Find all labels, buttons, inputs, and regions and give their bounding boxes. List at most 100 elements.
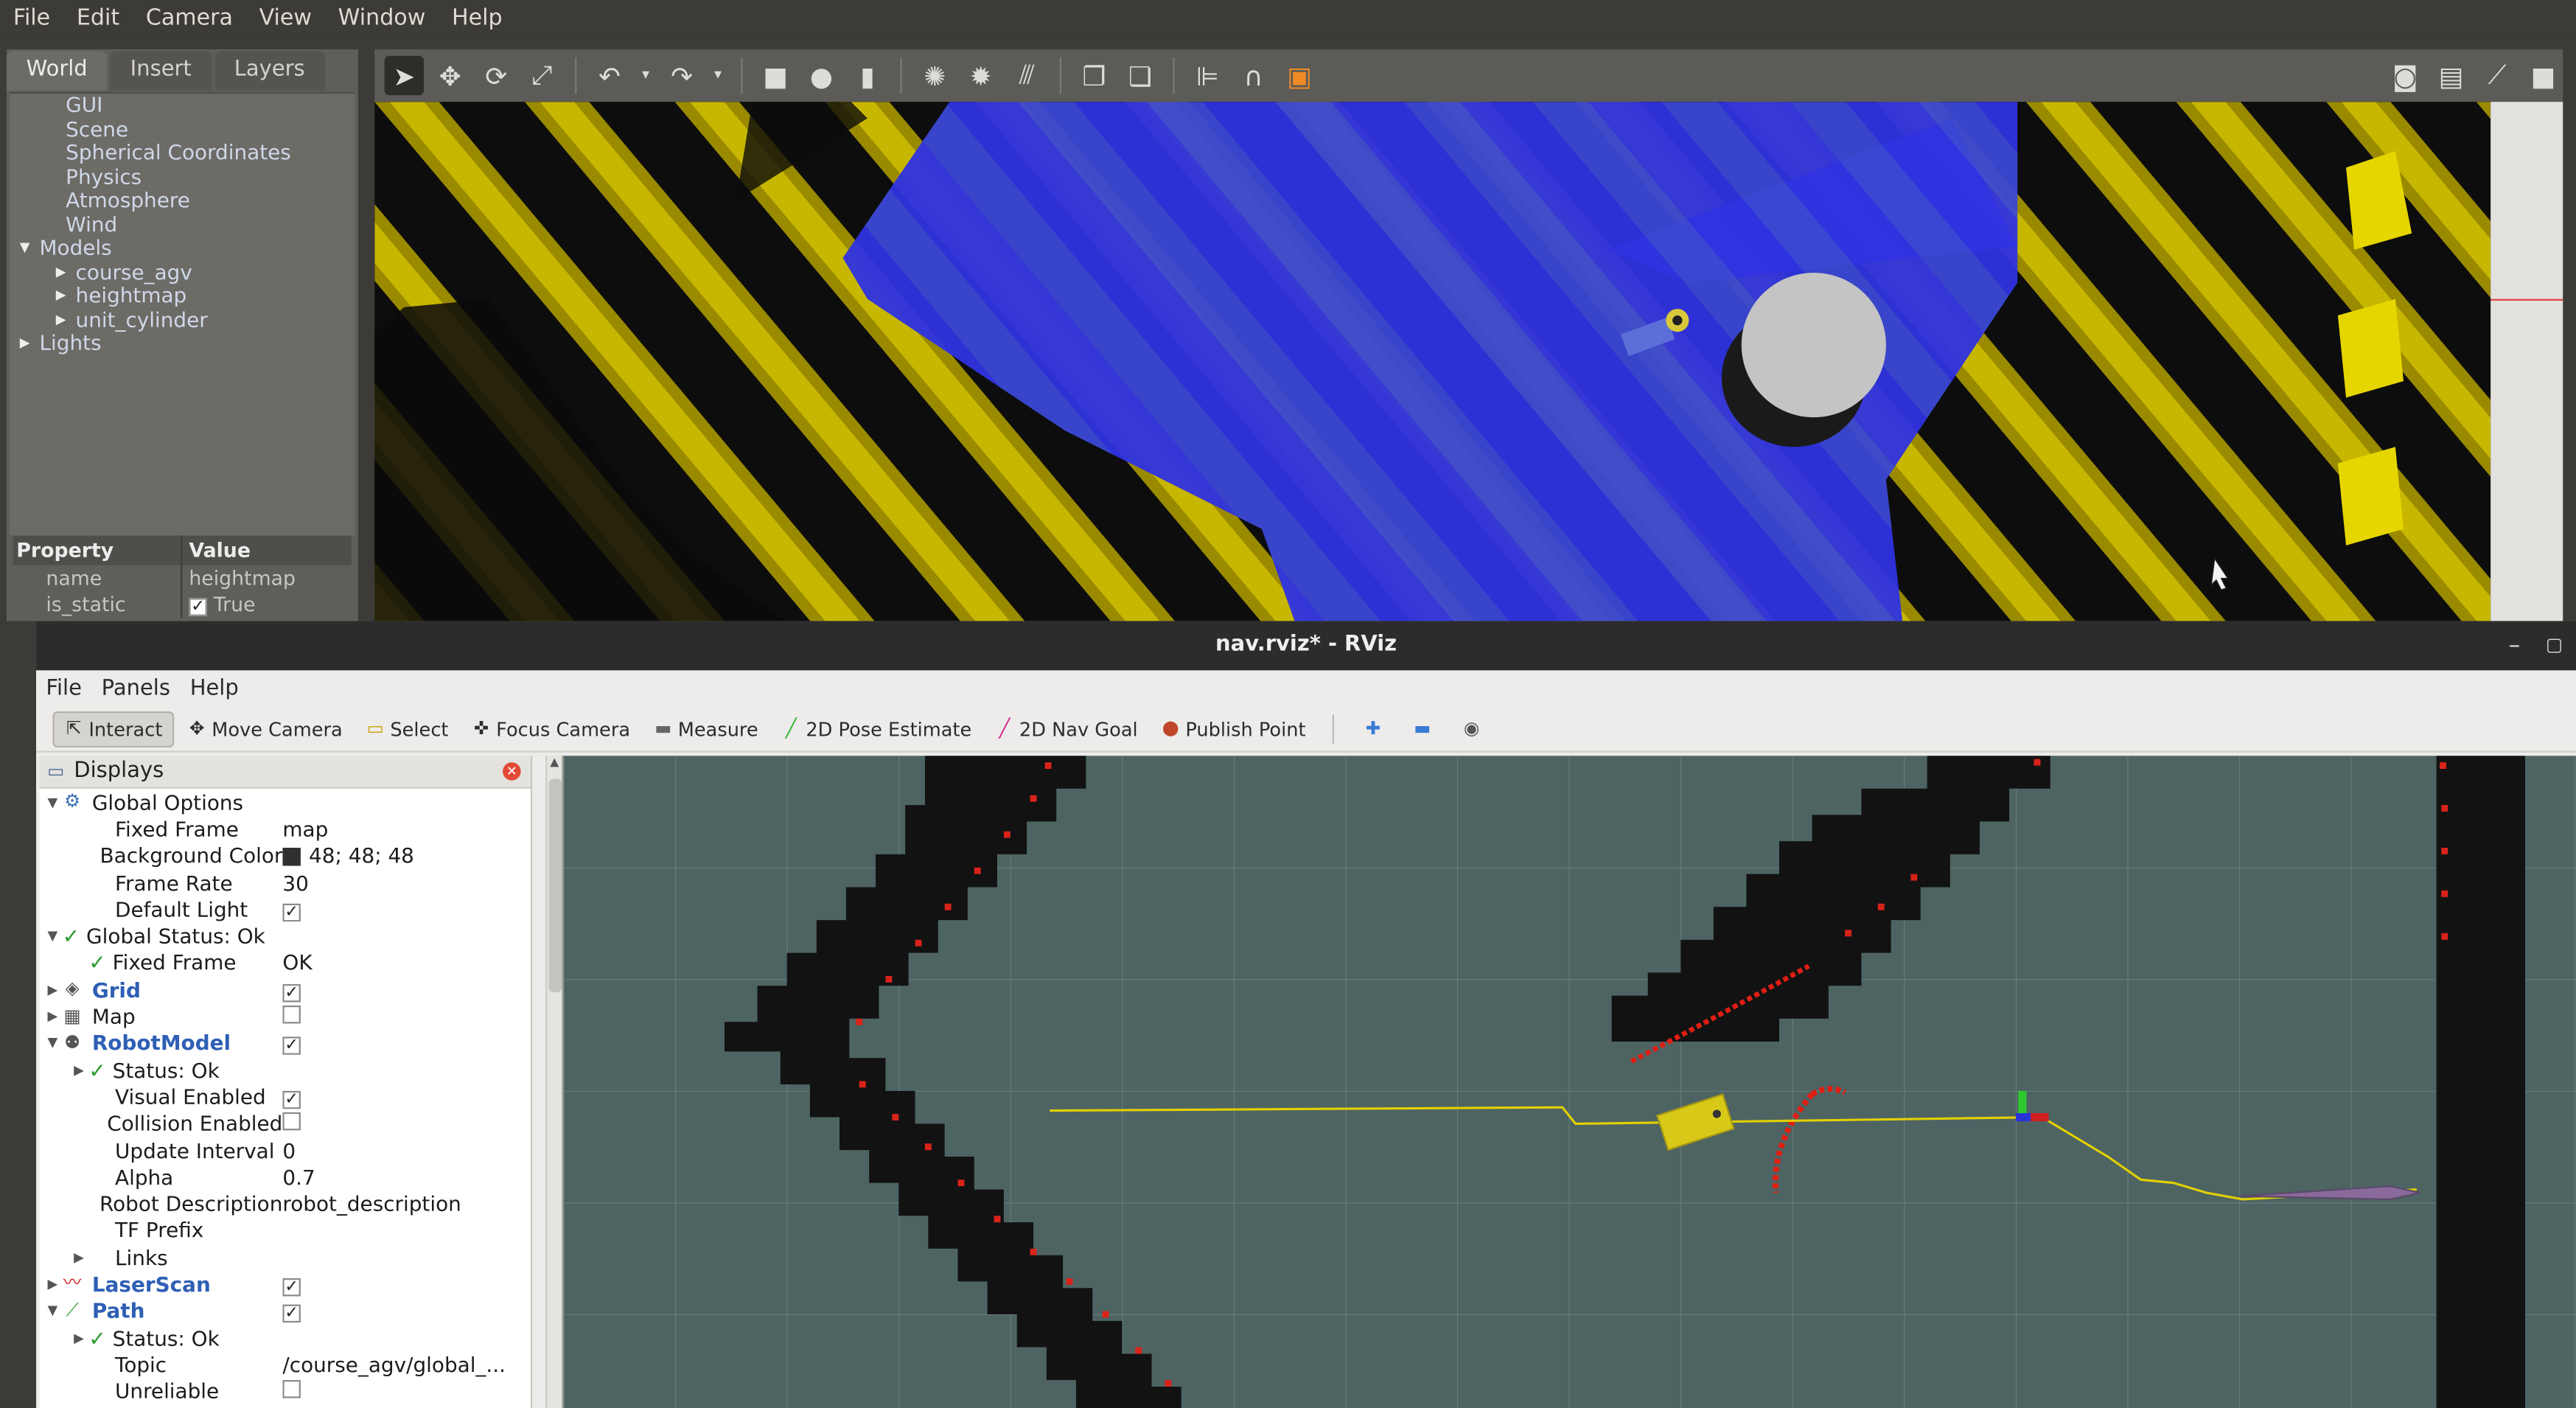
align-icon[interactable]: ⊫ (1188, 56, 1227, 95)
scroll-thumb[interactable] (548, 778, 562, 993)
display-value[interactable]: 30 (282, 870, 531, 894)
menu-view[interactable]: View (246, 5, 325, 32)
close-icon[interactable]: ✕ (503, 762, 521, 781)
tool-settings-icon[interactable]: ◉ (1462, 718, 1481, 739)
menu-help[interactable]: Help (180, 676, 248, 700)
redo-icon[interactable]: ↷ (662, 56, 701, 95)
tree-item[interactable]: ▶ Lights (10, 331, 355, 355)
tree-item[interactable]: ▶ course_agv (10, 259, 355, 284)
menu-window[interactable]: Window (325, 5, 439, 32)
paste-icon[interactable]: ❏ (1120, 56, 1159, 95)
checkbox[interactable] (282, 1380, 301, 1399)
scroll-up-icon[interactable]: ▲ (547, 756, 562, 769)
add-tool-icon[interactable]: ✚ (1364, 718, 1383, 739)
directional-light-icon[interactable]: ⫻ (1007, 56, 1046, 95)
checkbox[interactable]: ✓ (282, 983, 301, 1002)
display-value[interactable]: 48; 48; 48 (282, 843, 531, 868)
expand-arrow-icon[interactable]: ▼ (43, 1036, 63, 1050)
box-icon[interactable]: ■ (755, 56, 795, 95)
expand-arrow-icon[interactable]: ▼ (43, 928, 63, 943)
display-value[interactable]: ✓ (282, 1298, 531, 1323)
tab-layers[interactable]: Layers (214, 51, 325, 91)
color-swatch[interactable] (282, 848, 301, 867)
snap-icon[interactable]: ∩ (1234, 56, 1273, 95)
tree-item[interactable]: ▶ heightmap (10, 283, 355, 308)
tree-item[interactable]: Atmosphere (10, 188, 355, 212)
tree-item[interactable]: Scene (10, 116, 355, 141)
tool-select[interactable]: ▭ Select (356, 711, 458, 747)
expand-arrow-icon[interactable]: ▼ (43, 1303, 63, 1318)
undo-icon[interactable]: ↶ (590, 56, 629, 95)
tree-item[interactable]: Wind (10, 212, 355, 237)
collapse-arrow-icon[interactable]: ▶ (56, 260, 76, 284)
checkbox[interactable]: ✓ (282, 903, 301, 921)
display-value[interactable] (282, 1379, 531, 1403)
tool-interact[interactable]: ⇱ Interact (52, 710, 174, 747)
menu-help[interactable]: Help (439, 5, 515, 32)
tool-publish-point[interactable]: ⬤ Publish Point (1151, 711, 1316, 747)
screenshot-icon[interactable]: ◙ (2386, 56, 2425, 95)
displays-scrollbar[interactable]: ▲ (545, 756, 562, 1408)
tool-2d-pose-estimate[interactable]: ╱ 2D Pose Estimate (772, 711, 982, 747)
redo-history-icon[interactable]: ▾ (708, 56, 728, 95)
display-value[interactable]: ✓ (282, 1272, 531, 1297)
property-value[interactable]: ✓ True (182, 591, 352, 618)
tool-measure[interactable]: ▬ Measure (643, 711, 768, 747)
collapse-arrow-icon[interactable]: ▶ (43, 1008, 63, 1023)
display-value[interactable]: OK (282, 950, 531, 975)
plot-icon[interactable]: ⟋ (2477, 56, 2516, 95)
menu-file[interactable]: File (36, 676, 91, 700)
tree-item[interactable]: ▼ Models (10, 236, 355, 260)
maximize-icon[interactable]: ▢ (2546, 621, 2563, 670)
expand-arrow-icon[interactable]: ▼ (43, 795, 63, 809)
menu-file[interactable]: File (0, 5, 63, 32)
tool-2d-nav-goal[interactable]: ╱ 2D Nav Goal (985, 711, 1148, 747)
menu-edit[interactable]: Edit (63, 5, 133, 32)
expand-arrow-icon[interactable]: ▼ (20, 237, 40, 260)
display-value[interactable] (282, 1004, 531, 1028)
collapse-arrow-icon[interactable]: ▶ (69, 1062, 89, 1077)
display-value[interactable]: robot_description (282, 1191, 531, 1216)
remove-tool-icon[interactable]: ▬ (1412, 718, 1432, 739)
undo-history-icon[interactable]: ▾ (636, 56, 656, 95)
copy-icon[interactable]: ❐ (1075, 56, 1114, 95)
checkbox[interactable]: ✓ (189, 598, 207, 616)
checkbox[interactable] (282, 1112, 301, 1131)
collapse-arrow-icon[interactable]: ▶ (69, 1330, 89, 1345)
spot-light-icon[interactable]: ✹ (961, 56, 1000, 95)
menu-camera[interactable]: Camera (133, 5, 246, 32)
tab-insert[interactable]: Insert (110, 51, 212, 91)
rotate-icon[interactable]: ⟳ (476, 56, 515, 95)
tree-item[interactable]: GUI (10, 93, 355, 117)
property-value[interactable]: heightmap (182, 565, 352, 592)
tool-move-camera[interactable]: ✥ Move Camera (177, 711, 352, 747)
collapse-arrow-icon[interactable]: ▶ (43, 1277, 63, 1292)
collapse-arrow-icon[interactable]: ▶ (69, 1250, 89, 1264)
display-value[interactable]: 0.7 (282, 1165, 531, 1189)
log-icon[interactable]: ▤ (2432, 56, 2471, 95)
display-value[interactable]: ✓ (282, 1031, 531, 1056)
display-value[interactable]: ✓ (282, 977, 531, 1002)
point-light-icon[interactable]: ✺ (915, 56, 954, 95)
checkbox[interactable]: ✓ (282, 1090, 301, 1109)
scale-icon[interactable]: ⤢ (523, 56, 562, 95)
tree-item[interactable]: Physics (10, 164, 355, 189)
tab-world[interactable]: World (6, 51, 108, 91)
select-arrow-icon[interactable]: ➤ (384, 55, 425, 96)
menu-panels[interactable]: Panels (91, 676, 180, 700)
display-value[interactable]: 0 (282, 1137, 531, 1162)
record-icon[interactable]: ■ (2524, 56, 2563, 95)
sphere-icon[interactable]: ● (802, 56, 841, 95)
collapse-arrow-icon[interactable]: ▶ (56, 308, 76, 332)
gazebo-3d-view[interactable] (374, 102, 2491, 621)
change-view-icon[interactable]: ▣ (1280, 56, 1319, 95)
tree-item[interactable]: ▶ unit_cylinder (10, 307, 355, 332)
checkbox[interactable] (282, 1005, 301, 1024)
display-value[interactable]: /course_agv/global_... (282, 1352, 531, 1376)
collapse-arrow-icon[interactable]: ▶ (56, 285, 76, 308)
tool-focus-camera[interactable]: ✜ Focus Camera (461, 711, 640, 747)
minimize-icon[interactable]: – (2509, 621, 2521, 670)
collapse-arrow-icon[interactable]: ▶ (20, 332, 40, 355)
cylinder-icon[interactable]: ▮ (848, 56, 887, 95)
tree-item[interactable]: Spherical Coordinates (10, 141, 355, 165)
